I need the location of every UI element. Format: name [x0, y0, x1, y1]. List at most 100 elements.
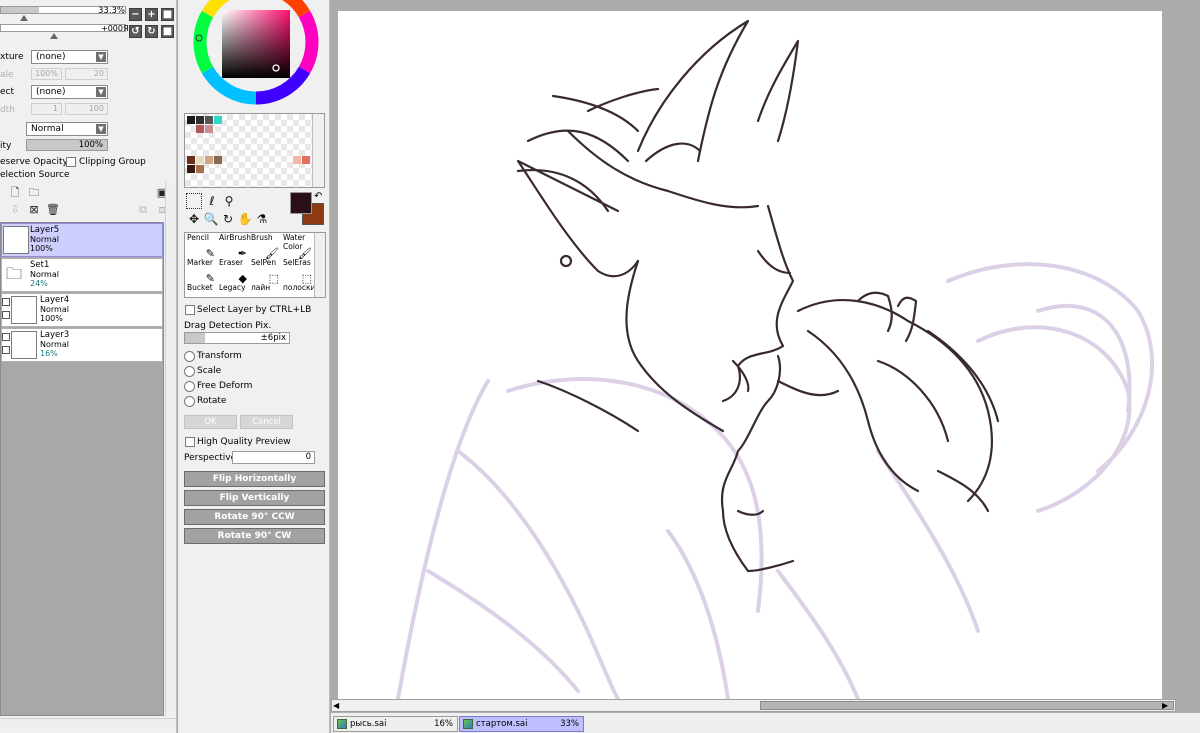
- tool-grid-scrollbar[interactable]: [314, 233, 325, 297]
- lock-checkbox[interactable]: [2, 346, 10, 354]
- free-deform-label: Free Deform: [197, 381, 253, 391]
- swatch[interactable]: [302, 156, 310, 164]
- swatch-scrollbar[interactable]: [312, 114, 324, 187]
- flip-vertically-button[interactable]: Flip Vertically: [184, 490, 325, 506]
- primary-color[interactable]: [290, 192, 312, 214]
- high-quality-preview-checkbox[interactable]: [185, 437, 195, 447]
- new-layer-icon[interactable]: 🗋: [8, 186, 22, 200]
- rotate-icon[interactable]: ↻: [220, 211, 236, 227]
- canvas-hscroll-thumb[interactable]: [760, 701, 1174, 710]
- tool-brush[interactable]: Brush 🖌: [249, 233, 281, 259]
- tool-bucket[interactable]: Bucket: [185, 283, 217, 298]
- rotate-right-button[interactable]: ↻: [145, 25, 158, 38]
- zoom-reset-button[interactable]: ■: [161, 8, 174, 21]
- layer-opacity: 100%: [30, 244, 53, 253]
- tool-seleras[interactable]: SelEras ⬚: [281, 258, 314, 284]
- drag-detection-value: ±6pix: [260, 333, 286, 343]
- scale-radio[interactable]: [184, 366, 195, 377]
- clear-layer-icon[interactable]: ⊠: [27, 203, 41, 217]
- swatch[interactable]: [196, 165, 204, 173]
- layer-item-layer5[interactable]: Layer5 Normal 100%: [1, 223, 163, 257]
- rotate-ccw-button[interactable]: Rotate 90° CCW: [184, 509, 325, 525]
- swatch[interactable]: [214, 116, 222, 124]
- swatch[interactable]: [205, 125, 213, 133]
- free-deform-radio[interactable]: [184, 381, 195, 392]
- swatch[interactable]: [214, 156, 222, 164]
- swap-colors-icon[interactable]: ↶: [314, 191, 322, 202]
- rotate-left-button[interactable]: ↺: [129, 25, 142, 38]
- layer-list-scrollbar[interactable]: [165, 182, 176, 716]
- tool-eraser[interactable]: Eraser ◆: [217, 258, 249, 284]
- transform-radio[interactable]: [184, 351, 195, 362]
- cancel-button[interactable]: Cancel: [240, 415, 293, 429]
- rotate-reset-button[interactable]: ■: [161, 25, 174, 38]
- tool-stripes[interactable]: полоски: [281, 283, 316, 298]
- layer-item-set1[interactable]: 🗀 Set1 Normal 24%: [1, 258, 163, 292]
- swatch[interactable]: [205, 156, 213, 164]
- new-folder-icon[interactable]: 🗀: [27, 186, 41, 200]
- opacity-value: 100%: [78, 140, 103, 150]
- blend-mode-value: Normal: [31, 124, 64, 134]
- transfer-down-icon[interactable]: ⇩: [8, 203, 22, 217]
- swatch[interactable]: [196, 125, 204, 133]
- blend-mode-dropdown[interactable]: Normal ▼: [26, 122, 108, 136]
- merge-down-icon[interactable]: ⧉: [136, 203, 150, 217]
- zoom-in-button[interactable]: +: [145, 8, 158, 21]
- layer-list-hscrollbar[interactable]: [0, 718, 176, 730]
- clipping-group-checkbox[interactable]: [66, 157, 76, 167]
- magic-wand-icon[interactable]: ⚲: [221, 193, 237, 209]
- transform-label: Transform: [197, 351, 242, 361]
- tool-airbrush[interactable]: AirBrush ✒: [217, 233, 251, 259]
- color-swatches[interactable]: [184, 113, 325, 188]
- ok-button[interactable]: OK: [184, 415, 237, 429]
- swatch[interactable]: [187, 165, 195, 173]
- tool-selpen[interactable]: SelPen ⬚: [249, 258, 281, 284]
- hand-icon[interactable]: ✋: [237, 211, 253, 227]
- chevron-down-icon: ▼: [96, 124, 106, 134]
- drawing-canvas[interactable]: [338, 11, 1162, 701]
- tool-pencil[interactable]: Pencil ✎: [185, 233, 217, 259]
- effect-dropdown[interactable]: (none) ▼: [31, 85, 108, 99]
- tool-label: полоски: [283, 283, 316, 292]
- opacity-slider[interactable]: 100%: [26, 139, 108, 151]
- tool-label: Pencil: [187, 233, 209, 242]
- select-layer-checkbox[interactable]: [185, 305, 195, 315]
- document-tab-active[interactable]: стартом.sai 33%: [459, 716, 584, 732]
- layer-item-layer3[interactable]: Layer3 Normal 16%: [1, 328, 163, 362]
- swatch[interactable]: [196, 116, 204, 124]
- lock-checkbox[interactable]: [2, 311, 10, 319]
- tool-legacy[interactable]: Legacy: [217, 283, 249, 298]
- zoom-out-button[interactable]: −: [129, 8, 142, 21]
- delete-layer-icon[interactable]: 🗑: [46, 203, 60, 217]
- layer-item-layer4[interactable]: Layer4 Normal 100%: [1, 293, 163, 327]
- tool-label: лайн: [251, 283, 271, 292]
- scroll-left-icon[interactable]: ◀: [333, 700, 339, 711]
- perspective-input[interactable]: 0: [232, 451, 315, 464]
- rect-select-icon[interactable]: [186, 193, 202, 209]
- tool-marker[interactable]: Marker ✎: [185, 258, 217, 284]
- visibility-eye-icon[interactable]: [2, 298, 10, 306]
- zoom-icon[interactable]: 🔍: [203, 211, 219, 227]
- move-icon[interactable]: ✥: [186, 211, 202, 227]
- eyedropper-icon[interactable]: ⚗: [254, 211, 270, 227]
- document-tab[interactable]: рысь.sai 16%: [333, 716, 458, 732]
- swatch[interactable]: [293, 156, 301, 164]
- visibility-eye-icon[interactable]: [2, 333, 10, 341]
- texture-dropdown[interactable]: (none) ▼: [31, 50, 108, 64]
- flip-horizontally-button[interactable]: Flip Horizontally: [184, 471, 325, 487]
- swatch[interactable]: [205, 116, 213, 124]
- color-wheel[interactable]: [192, 0, 321, 108]
- layer-mode: Normal: [40, 305, 69, 314]
- swatch[interactable]: [187, 116, 195, 124]
- rotate-radio[interactable]: [184, 396, 195, 407]
- tool-label: Brush: [251, 233, 273, 242]
- tool-watercolor[interactable]: Water Color 🖌: [281, 233, 314, 259]
- tool-line[interactable]: лайн: [249, 283, 281, 298]
- swatch[interactable]: [196, 156, 204, 164]
- swatch[interactable]: [187, 156, 195, 164]
- drag-detection-slider[interactable]: ±6pix: [184, 332, 290, 344]
- width-value: 1: [31, 103, 62, 115]
- lasso-icon[interactable]: ℓ: [204, 193, 220, 209]
- scroll-right-icon[interactable]: ▶: [1162, 700, 1168, 711]
- rotate-cw-button[interactable]: Rotate 90° CW: [184, 528, 325, 544]
